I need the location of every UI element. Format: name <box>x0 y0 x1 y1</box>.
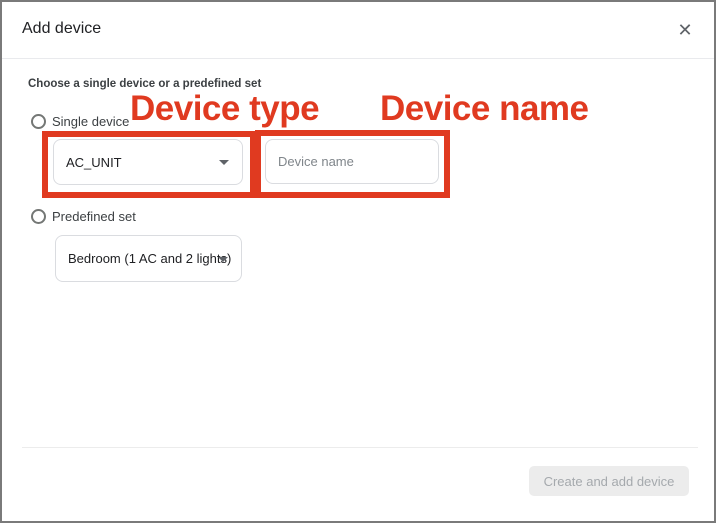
section-label: Choose a single device or a predefined s… <box>28 78 261 90</box>
annotation-device-name-label: Device name <box>380 90 589 128</box>
dialog-title: Add device <box>22 20 101 38</box>
predefined-set-radio-icon[interactable] <box>31 209 46 224</box>
close-icon[interactable]: ✕ <box>674 19 696 41</box>
add-device-dialog: Add device ✕ Choose a single device or a… <box>0 0 716 523</box>
predefined-set-radio-label: Predefined set <box>52 209 136 224</box>
caret-down-icon <box>218 257 228 262</box>
single-device-radio-row[interactable]: Single device <box>31 114 129 129</box>
single-device-radio-icon[interactable] <box>31 114 46 129</box>
annotation-device-type-label: Device type <box>130 90 319 128</box>
caret-down-icon <box>219 160 229 165</box>
predefined-set-radio-row[interactable]: Predefined set <box>31 209 136 224</box>
predefined-set-dropdown-value: Bedroom (1 AC and 2 lights) <box>68 251 231 266</box>
dialog-header: Add device ✕ <box>2 2 714 59</box>
footer-divider <box>22 447 698 448</box>
create-and-add-device-button[interactable]: Create and add device <box>529 466 689 496</box>
single-device-radio-label: Single device <box>52 114 129 129</box>
device-type-dropdown-value: AC_UNIT <box>66 155 122 170</box>
predefined-set-dropdown[interactable]: Bedroom (1 AC and 2 lights) <box>55 235 242 282</box>
device-name-input[interactable] <box>265 139 439 184</box>
device-type-dropdown[interactable]: AC_UNIT <box>53 139 243 185</box>
